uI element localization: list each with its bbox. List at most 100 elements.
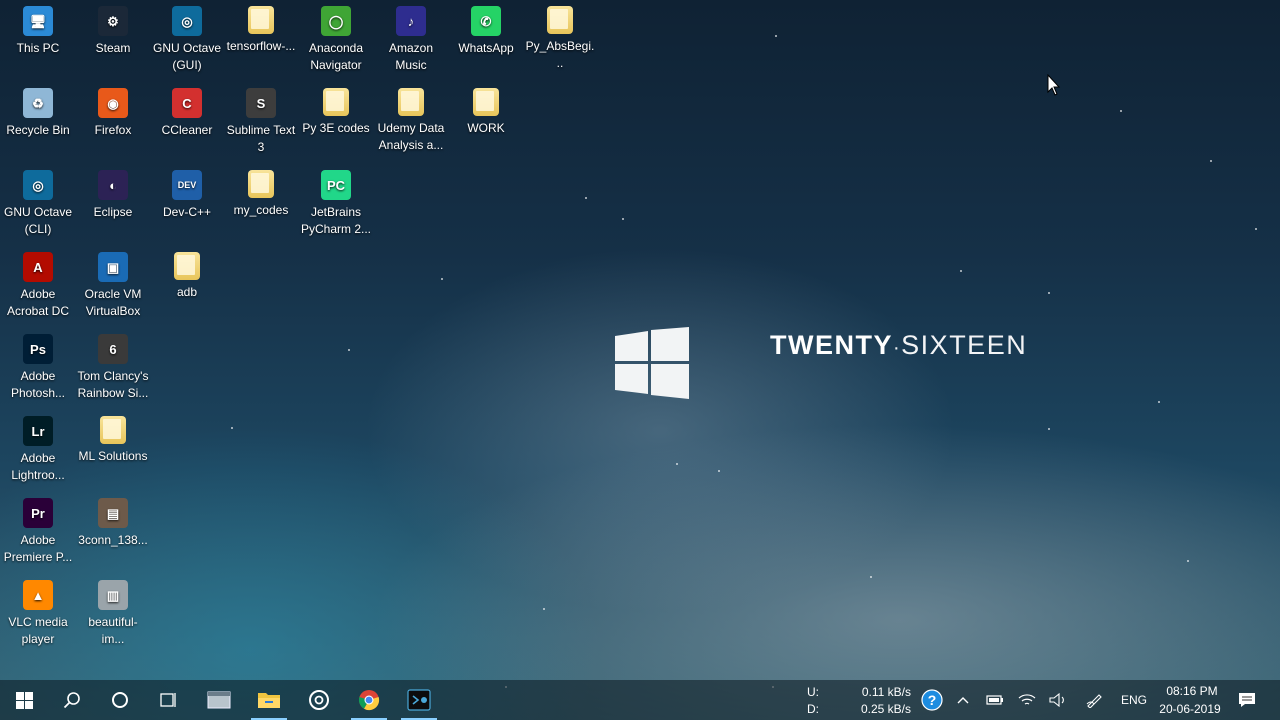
desktop-icon-label: CCleaner [161, 123, 213, 137]
pen-icon [1086, 694, 1102, 708]
desktop-icon[interactable]: A Adobe Acrobat DC [0, 248, 76, 328]
taskbar-app-chrome[interactable] [345, 680, 393, 720]
desktop-icon[interactable]: adb [149, 248, 225, 328]
virtualbox-icon: ▣ [98, 252, 128, 282]
desktop-icon[interactable]: my_codes [223, 166, 299, 246]
rainbow-six-icon: 6 [98, 334, 128, 364]
upload-speed: 0.11 kB/s [861, 685, 911, 699]
desktop-icon[interactable]: C CCleaner [149, 84, 225, 164]
eclipse-icon: ◐ [98, 170, 128, 200]
input-language[interactable]: ENG [1121, 693, 1147, 707]
desktop-icon[interactable]: ♻ Recycle Bin [0, 84, 76, 164]
speaker-icon [1049, 693, 1064, 707]
clock-time[interactable]: 08:16 PM [1160, 684, 1224, 698]
whatsapp-icon: ✆ [471, 6, 501, 36]
desktop-icon-label: beautiful-im... [88, 615, 138, 646]
desktop-icon[interactable]: S Sublime Text 3 [223, 84, 299, 164]
notification-icon [1239, 693, 1255, 707]
volume-button[interactable] [1045, 680, 1071, 720]
cortana-icon [112, 692, 128, 708]
battery-button[interactable] [982, 680, 1008, 720]
task-view-button[interactable] [144, 680, 192, 720]
desktop-icon-label: Amazon Music [388, 41, 434, 72]
desktop-icon-label: This PC [16, 41, 60, 55]
desktop-icon-label: Oracle VM VirtualBox [84, 287, 142, 318]
desktop-icon[interactable]: ⚙ Steam [75, 2, 151, 82]
taskbar-app-groove[interactable] [295, 680, 343, 720]
premiere-icon: Pr [23, 498, 53, 528]
recycle-bin-icon: ♻ [23, 88, 53, 118]
pycharm-icon: PC [321, 170, 351, 200]
desktop-icon[interactable]: ◎ GNU Octave (GUI) [149, 2, 225, 82]
windows-start-icon [15, 691, 33, 709]
windows-logo [615, 327, 689, 399]
desktop-icon[interactable]: ▣ Oracle VM VirtualBox [75, 248, 151, 328]
desktop-icon[interactable]: Py 3E codes [298, 84, 374, 164]
desktop-icon[interactable]: ▤ 3conn_138... [75, 494, 151, 574]
desktop-icon[interactable]: DEV Dev-C++ [149, 166, 225, 246]
search-button[interactable] [48, 680, 96, 720]
desktop-icon[interactable]: ◉ Firefox [75, 84, 151, 164]
desktop-icon[interactable]: Lr Adobe Lightroo... [0, 412, 76, 492]
lightroom-icon: Lr [23, 416, 53, 446]
octave-icon: ◎ [23, 170, 53, 200]
desktop-icon[interactable]: ✆ WhatsApp [448, 2, 524, 82]
network-button[interactable] [1014, 680, 1040, 720]
taskbar: U: D: 0.11 kB/s 0.25 kB/s ? ENG 08:16 PM… [0, 680, 1280, 720]
download-label: D: [807, 702, 819, 716]
desktop-icon[interactable]: ◎ GNU Octave (CLI) [0, 166, 76, 246]
desktop-icon[interactable]: 🖥 This PC [0, 2, 76, 82]
desktop-icon-label: Eclipse [93, 205, 133, 219]
desktop-icon-label: 3conn_138... [78, 533, 148, 547]
firefox-icon: ◉ [98, 88, 128, 118]
start-button[interactable] [0, 680, 48, 720]
download-speed: 0.25 kB/s [860, 702, 911, 716]
image-file-icon: ▥ [98, 580, 128, 610]
folder-icon [547, 6, 573, 34]
desktop-icon[interactable]: Ps Adobe Photosh... [0, 330, 76, 410]
taskbar-app-file-explorer[interactable] [245, 680, 293, 720]
folder-icon [323, 88, 349, 116]
desktop-icon-label: adb [176, 285, 198, 299]
pen-workspace-button[interactable] [1082, 680, 1108, 720]
desktop-icon-label: Adobe Premiere P... [3, 533, 73, 564]
desktop-icon-label: Sublime Text 3 [226, 123, 296, 154]
desktop-icon[interactable]: ♪ Amazon Music [373, 2, 449, 82]
desktop-icon[interactable]: ▲ VLC media player [0, 576, 76, 656]
show-hidden-icons-button[interactable] [950, 680, 976, 720]
desktop-icon[interactable]: Pr Adobe Premiere P... [0, 494, 76, 574]
chevron-up-icon [957, 697, 969, 704]
image-file-icon: ▤ [98, 498, 128, 528]
desktop-icon-label: Recycle Bin [6, 123, 70, 137]
file-explorer-icon [258, 693, 280, 708]
desktop-icon[interactable]: ▥ beautiful-im... [75, 576, 151, 656]
desktop-icon[interactable]: 6 Tom Clancy's Rainbow Si... [75, 330, 151, 410]
desktop-icon[interactable]: ML Solutions [75, 412, 151, 492]
sublime-text-icon: S [246, 88, 276, 118]
taskbar-app-explorer-window[interactable] [195, 680, 243, 720]
desktop-icon-label: WhatsApp [458, 41, 514, 55]
desktop-icon-label: ML Solutions [78, 449, 148, 463]
desktop-icon[interactable]: PC JetBrains PyCharm 2... [298, 166, 374, 246]
help-button[interactable]: ? [918, 680, 946, 720]
folder-icon [398, 88, 424, 116]
window-app-icon [207, 691, 231, 709]
desktop-icon-label: Firefox [94, 123, 132, 137]
desktop-icon-label: Anaconda Navigator [308, 41, 364, 72]
desktop-icon-label: VLC media player [8, 615, 68, 646]
desktop-icon-label: Adobe Photosh... [10, 369, 66, 400]
mouse-cursor-icon [1047, 74, 1061, 96]
folder-icon [100, 416, 126, 444]
desktop-icon[interactable]: WORK [448, 84, 524, 164]
action-center-button[interactable] [1234, 680, 1260, 720]
desktop-icon[interactable]: Udemy Data Analysis a... [373, 84, 449, 164]
cortana-button[interactable] [96, 680, 144, 720]
desktop-icon[interactable]: ◯ Anaconda Navigator [298, 2, 374, 82]
desktop-icon[interactable]: Py_AbsBegi... [522, 2, 598, 82]
clock-date[interactable]: 20-06-2019 [1155, 702, 1225, 716]
wifi-icon [1018, 694, 1036, 705]
folder-icon [248, 170, 274, 198]
desktop-icon[interactable]: ◐ Eclipse [75, 166, 151, 246]
desktop-icon[interactable]: tensorflow-... [223, 2, 299, 82]
taskbar-app-recorder[interactable] [395, 680, 443, 720]
